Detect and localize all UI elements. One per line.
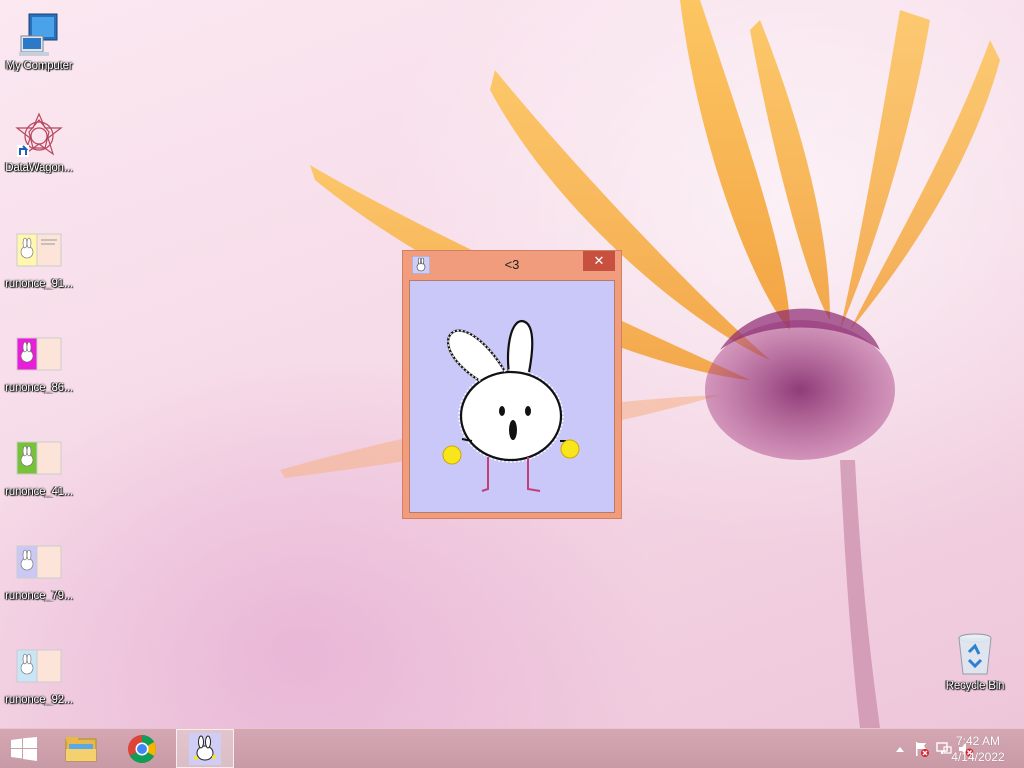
desktop-icon-runonce-91[interactable]: runonce_91... xyxy=(0,228,78,290)
desktop-icon-runonce-41[interactable]: runonce_41... xyxy=(0,436,78,498)
app-taskbar-button[interactable] xyxy=(176,729,234,768)
app-window[interactable]: <3 ✕ xyxy=(402,250,622,519)
desktop-icon-runonce-92[interactable]: runonce_92... xyxy=(0,644,78,706)
desktop-icon-datawagon[interactable]: DataWagon... xyxy=(0,112,78,174)
chrome-icon xyxy=(128,735,156,763)
bunny-thumbnail-icon xyxy=(16,337,62,371)
windows-logo-icon xyxy=(11,737,37,761)
desktop-icon-runonce-79[interactable]: runonce_79... xyxy=(0,540,78,602)
bunny-thumbnail-icon xyxy=(16,545,62,579)
desktop-icon-label: runonce_91... xyxy=(5,278,73,290)
taskbar: 7:42 AM 4/14/2022 xyxy=(0,728,1024,768)
clock-time: 7:42 AM xyxy=(955,734,1001,748)
taskbar-clock[interactable]: 7:42 AM 4/14/2022 xyxy=(946,733,1010,765)
bunny-icon xyxy=(189,733,221,765)
desktop[interactable]: My Computer DataWagon... runonce_91... r… xyxy=(0,0,1024,728)
window-client-area[interactable] xyxy=(409,280,615,513)
recycle-bin-icon xyxy=(958,633,992,675)
window-titlebar[interactable]: <3 ✕ xyxy=(403,251,621,279)
desktop-icon-label: runonce_92... xyxy=(5,694,73,706)
system-tray: 7:42 AM 4/14/2022 xyxy=(834,729,1024,768)
chrome-taskbar-button[interactable] xyxy=(116,729,170,768)
desktop-icon-my-computer[interactable]: My Computer xyxy=(0,10,78,72)
desktop-icon-label: My Computer xyxy=(5,60,73,72)
close-button[interactable]: ✕ xyxy=(583,251,615,271)
bunny-thumbnail-icon xyxy=(16,441,62,475)
desktop-icon-label: runonce_86... xyxy=(5,382,73,394)
desktop-icon-label: runonce_41... xyxy=(5,486,73,498)
clock-date: 4/14/2022 xyxy=(951,750,1005,764)
datawagon-icon xyxy=(15,112,63,157)
desktop-icon-label: runonce_79... xyxy=(5,590,73,602)
desktop-icon-runonce-86[interactable]: runonce_86... xyxy=(0,332,78,394)
desktop-icon-label: Recycle Bin xyxy=(945,680,1005,692)
start-button[interactable] xyxy=(0,729,48,768)
action-center-flag-icon[interactable] xyxy=(914,741,930,757)
desktop-icon-recycle-bin[interactable]: Recycle Bin xyxy=(936,630,1014,692)
file-explorer-taskbar-button[interactable] xyxy=(54,729,108,768)
folder-icon xyxy=(65,737,97,762)
bunny-thumbnail-icon xyxy=(16,233,62,267)
bunny-thumbnail-icon xyxy=(16,649,62,683)
desktop-icon-label: DataWagon... xyxy=(5,162,73,174)
bunny-drawing xyxy=(442,319,580,492)
show-hidden-icons-icon[interactable] xyxy=(892,741,908,757)
computer-icon xyxy=(19,13,58,56)
